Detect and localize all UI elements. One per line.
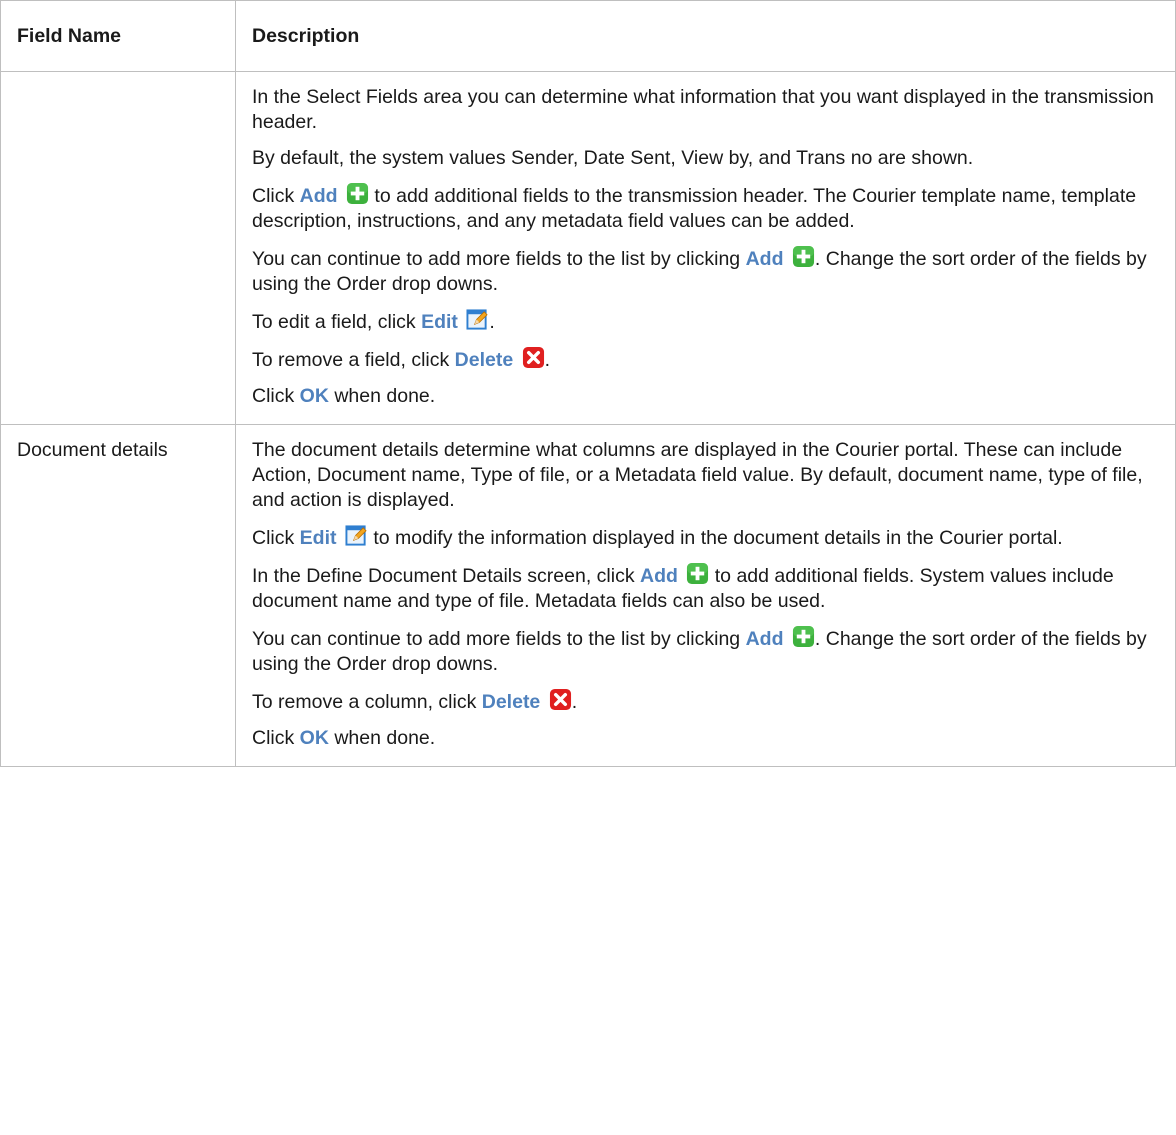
paragraph-text: Click <box>252 185 300 207</box>
ok-keyword: OK <box>299 385 329 407</box>
description-paragraph: To remove a column, click Delete . <box>252 688 1159 715</box>
paragraph-text: . <box>571 691 578 713</box>
table-row: In the Select Fields area you can determ… <box>0 71 1176 425</box>
table-header-row: Field Name Description <box>0 0 1176 72</box>
paragraph-text: . <box>544 349 551 371</box>
paragraph-text: . <box>489 311 495 333</box>
description-paragraph: Click OK when done. <box>252 384 1159 409</box>
ok-keyword: OK <box>299 727 329 749</box>
delete-icon <box>549 688 572 711</box>
field-description-table: Field Name Description In the Select Fie… <box>0 0 1176 767</box>
description-cell: In the Select Fields area you can determ… <box>235 71 1176 425</box>
description-paragraph: By default, the system values Sender, Da… <box>252 146 1159 171</box>
add-icon <box>346 182 369 205</box>
delete-keyword: Delete <box>481 691 541 713</box>
description-paragraph: You can continue to add more fields to t… <box>252 625 1159 677</box>
add-keyword: Add <box>745 248 784 270</box>
description-paragraph: In the Define Document Details screen, c… <box>252 562 1159 614</box>
paragraph-text: By default, the system values Sender, Da… <box>252 147 974 169</box>
description-header: Description <box>235 0 1176 72</box>
paragraph-text: to add additional fields to the transmis… <box>252 185 1137 232</box>
paragraph-text: Click <box>252 727 300 749</box>
edit-icon <box>466 308 489 331</box>
edit-keyword: Edit <box>299 527 337 549</box>
paragraph-text: when done. <box>328 727 436 749</box>
add-keyword: Add <box>299 185 338 207</box>
description-paragraph: Click OK when done. <box>252 726 1159 751</box>
add-keyword: Add <box>745 628 784 650</box>
paragraph-text: To remove a field, click <box>252 349 455 371</box>
field-name-cell: Document details <box>0 424 236 767</box>
add-keyword: Add <box>640 565 678 587</box>
description-cell: The document details determine what colu… <box>235 424 1176 767</box>
field-name-header: Field Name <box>0 0 236 72</box>
description-paragraph: Click Add to add additional fields to th… <box>252 182 1159 234</box>
paragraph-text: In the Define Document Details screen, c… <box>252 565 641 587</box>
add-icon <box>792 625 815 648</box>
description-paragraph: The document details determine what colu… <box>252 438 1159 513</box>
paragraph-text: The document details determine what colu… <box>252 439 1143 511</box>
paragraph-text: when done. <box>328 385 436 407</box>
paragraph-text: Click <box>252 527 300 549</box>
add-icon <box>686 562 709 585</box>
edit-keyword: Edit <box>421 311 458 333</box>
description-paragraph: In the Select Fields area you can determ… <box>252 85 1159 135</box>
field-name-cell <box>0 71 236 425</box>
paragraph-text: to modify the information displayed in t… <box>367 527 1063 549</box>
paragraph-text: To remove a column, click <box>252 691 482 713</box>
description-paragraph: You can continue to add more fields to t… <box>252 245 1159 297</box>
description-paragraph: To remove a field, click Delete . <box>252 346 1159 373</box>
description-paragraph: Click Edit to modify the information dis… <box>252 524 1159 551</box>
paragraph-text: You can continue to add more fields to t… <box>252 628 746 650</box>
description-paragraph: To edit a field, click Edit . <box>252 308 1159 335</box>
paragraph-text: Click <box>252 385 300 407</box>
add-icon <box>792 245 815 268</box>
paragraph-text: To edit a field, click <box>252 311 422 333</box>
edit-icon <box>345 524 368 547</box>
paragraph-text: In the Select Fields area you can determ… <box>252 86 1154 133</box>
paragraph-text: You can continue to add more fields to t… <box>252 248 746 270</box>
delete-icon <box>522 346 545 369</box>
delete-keyword: Delete <box>454 349 514 371</box>
table-row: Document details The document details det… <box>0 424 1176 767</box>
